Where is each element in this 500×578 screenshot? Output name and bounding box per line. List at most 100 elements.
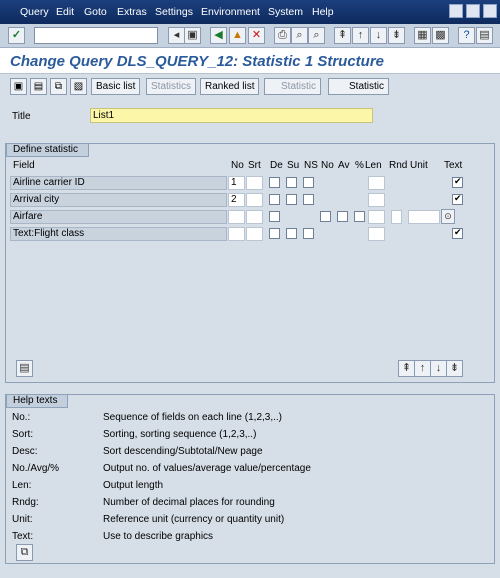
statistic-disabled-label: Statistic — [281, 81, 317, 92]
graphic-preview-icon[interactable]: ⧉ — [16, 544, 33, 561]
back-arrow-icon[interactable]: ◂ — [168, 27, 185, 44]
su-checkbox-row2[interactable] — [286, 194, 297, 205]
help-desc-desc: Sort descending/Subtotal/New page — [103, 446, 263, 457]
text-checkbox-row2[interactable] — [452, 193, 463, 205]
basic-list-button[interactable]: Basic list — [91, 78, 141, 95]
new-session-icon[interactable]: ▦ — [414, 27, 431, 44]
text-checkbox-row4[interactable] — [452, 227, 463, 239]
exit-icon[interactable]: ▲ — [229, 27, 246, 44]
insert-line-icon[interactable]: ▤ — [16, 360, 33, 377]
first-page-icon[interactable]: ⇞ — [334, 27, 351, 44]
save-icon[interactable]: ▣ — [184, 27, 201, 44]
header-ns: NS — [304, 160, 318, 171]
field-airfare: Airfare — [10, 210, 227, 224]
help-key-desc: Desc: — [12, 446, 38, 457]
page-up-icon[interactable]: ↑ — [414, 360, 431, 377]
move-down-icon[interactable]: ⇟ — [446, 360, 463, 377]
help-desc-unit: Reference unit (currency or quantity uni… — [103, 514, 285, 525]
help-desc-rndg: Number of decimal places for rounding — [103, 497, 275, 508]
layout-icon[interactable]: ▣ — [10, 78, 27, 95]
statistic-disabled-button: Statistic — [264, 78, 322, 95]
page-down-icon[interactable]: ↓ — [430, 360, 447, 377]
maximize-icon[interactable] — [466, 4, 480, 18]
field-text-flight-class: Text:Flight class — [10, 227, 227, 241]
header-unit: Unit — [410, 160, 428, 171]
len-input-row3[interactable] — [368, 210, 385, 224]
no-input-row4[interactable] — [228, 227, 245, 241]
menu-system[interactable]: System — [268, 6, 303, 18]
srt-input-row1[interactable] — [246, 176, 263, 190]
close-window-icon[interactable] — [483, 4, 497, 18]
de-checkbox-row2[interactable] — [269, 194, 280, 205]
header-srt: Srt — [248, 160, 261, 171]
menu-query[interactable]: Query — [20, 6, 49, 18]
header-rnd: Rnd — [389, 160, 408, 171]
find-icon[interactable]: ⌕ — [291, 27, 308, 44]
field-arrival-city: Arrival city — [10, 193, 227, 207]
len-input-row4[interactable] — [368, 227, 385, 241]
help-key-len: Len: — [12, 480, 32, 491]
back-icon[interactable]: ◀ — [210, 27, 227, 44]
layout-menu-icon[interactable]: ▤ — [476, 27, 493, 44]
cancel-icon[interactable]: ✕ — [248, 27, 265, 44]
de-checkbox-row4[interactable] — [269, 228, 280, 239]
field-airline-carrier-id: Airline carrier ID — [10, 176, 227, 190]
unit-input-row3[interactable] — [408, 210, 440, 224]
srt-input-row2[interactable] — [246, 193, 263, 207]
help-desc-len: Output length — [103, 480, 164, 491]
statistic-label: Statistic — [349, 81, 385, 92]
de-checkbox-row3[interactable] — [269, 211, 280, 222]
print-icon[interactable]: ⎙ — [274, 27, 291, 44]
ranked-list-button[interactable]: Ranked list — [200, 78, 260, 95]
menu-environment[interactable]: Environment — [201, 6, 260, 18]
no-input-row1[interactable]: 1 — [228, 176, 245, 190]
srt-input-row4[interactable] — [246, 227, 263, 241]
len-input-row2[interactable] — [368, 193, 385, 207]
su-checkbox-row1[interactable] — [286, 177, 297, 188]
shortcut-icon[interactable]: ▩ — [432, 27, 449, 44]
document-icon[interactable]: ▤ — [30, 78, 47, 95]
next-page-icon[interactable]: ↓ — [370, 27, 387, 44]
menu-edit[interactable]: Edit — [56, 6, 74, 18]
text-checkbox-row1[interactable] — [452, 176, 463, 188]
header-no-values: No — [321, 160, 334, 171]
move-up-icon[interactable]: ⇞ — [398, 360, 415, 377]
no-values-checkbox-row3[interactable] — [320, 211, 331, 222]
no-input-row3[interactable] — [228, 210, 245, 224]
rnd-input-row3[interactable] — [391, 210, 402, 224]
define-statistic-label: Define statistic — [6, 143, 90, 157]
ns-checkbox-row2[interactable] — [303, 194, 314, 205]
unit-search-help-icon[interactable]: ⊙ — [441, 209, 455, 224]
help-desc-no-avg: Output no. of values/average value/perce… — [103, 463, 311, 474]
title-bar: Change Query DLS_QUERY_12: Statistic 1 S… — [0, 48, 500, 74]
menu-settings[interactable]: Settings — [155, 6, 193, 18]
no-input-row2[interactable]: 2 — [228, 193, 245, 207]
help-icon[interactable]: ? — [458, 27, 475, 44]
help-desc-sort: Sorting, sorting sequence (1,2,3,..) — [103, 429, 257, 440]
graphic-icon[interactable]: ▧ — [70, 78, 87, 95]
previous-page-icon[interactable]: ↑ — [352, 27, 369, 44]
percent-checkbox-row3[interactable] — [354, 211, 365, 222]
avg-checkbox-row3[interactable] — [337, 211, 348, 222]
page-title: Change Query DLS_QUERY_12: Statistic 1 S… — [10, 53, 385, 70]
de-checkbox-row1[interactable] — [269, 177, 280, 188]
statistic-button[interactable]: Statistic — [328, 78, 390, 95]
header-percent: % — [355, 160, 364, 171]
len-input-row1[interactable] — [368, 176, 385, 190]
last-page-icon[interactable]: ⇟ — [388, 27, 405, 44]
menu-goto[interactable]: Goto — [84, 6, 107, 18]
command-field[interactable] — [34, 27, 158, 44]
su-checkbox-row4[interactable] — [286, 228, 297, 239]
minimize-icon[interactable] — [449, 4, 463, 18]
title-input[interactable]: List1 — [90, 108, 373, 123]
header-de: De — [270, 160, 283, 171]
help-key-sort: Sort: — [12, 429, 34, 440]
copy-icon[interactable]: ⧉ — [50, 78, 67, 95]
menu-help[interactable]: Help — [312, 6, 334, 18]
menu-extras[interactable]: Extras — [117, 6, 147, 18]
ns-checkbox-row4[interactable] — [303, 228, 314, 239]
find-next-icon[interactable]: ⌕ — [308, 27, 325, 44]
srt-input-row3[interactable] — [246, 210, 263, 224]
enter-icon[interactable]: ✓ — [8, 27, 25, 44]
ns-checkbox-row1[interactable] — [303, 177, 314, 188]
